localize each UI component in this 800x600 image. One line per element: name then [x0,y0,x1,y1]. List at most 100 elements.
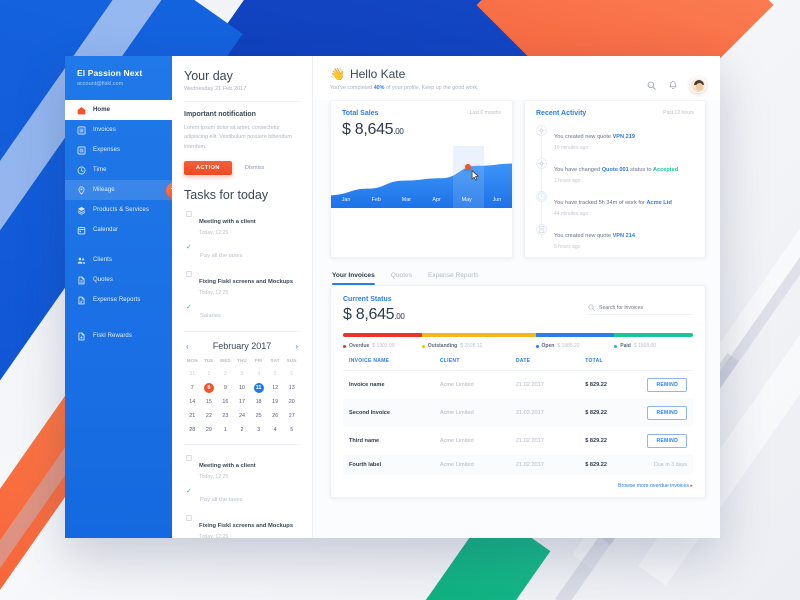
sidebar-item-quotes[interactable]: Quotes [65,270,172,290]
column-header[interactable]: INVOICE NAME [343,358,440,371]
calendar-day[interactable]: 13 [283,383,300,393]
calendar-day[interactable]: 20 [283,397,300,407]
calendar-day[interactable]: 26 [267,411,284,421]
sidebar-item-expense-reports[interactable]: Expense Reports [65,290,172,310]
status-segment-outstanding[interactable] [421,333,536,337]
calendar-day[interactable]: 6 [283,369,300,379]
activity-link[interactable]: VPN 219 [613,134,635,140]
calendar-day[interactable]: 3 [234,369,251,379]
status-segment-open[interactable] [535,333,615,337]
calendar-day[interactable]: 21 [184,411,201,421]
dismiss-button[interactable]: Dismiss [245,165,265,171]
browse-more-link[interactable]: Browse more overdue invoices ▸ [343,483,693,489]
task-item[interactable]: Fixing Fiskl screens and Mockups Today, 1… [184,514,300,538]
column-header[interactable] [647,358,693,371]
avatar[interactable] [690,77,706,93]
calendar-next-icon[interactable]: › [293,342,300,351]
calendar-day[interactable]: 18 [250,397,267,407]
calendar-day[interactable]: 23 [217,411,234,421]
calendar-day[interactable]: 22 [201,411,218,421]
invoice-search[interactable] [588,304,693,315]
tab-quotes[interactable]: Quotes [391,272,412,285]
task-check-icon[interactable]: ✓ [186,244,193,262]
calendar-day[interactable]: 15 [201,397,218,407]
calendar-day[interactable]: 14 [184,397,201,407]
sidebar-item-mileage[interactable]: Mileage+ [65,180,187,205]
calendar-day[interactable]: 5 [267,369,284,379]
remind-button[interactable]: REMIND [647,378,687,392]
activity-link[interactable]: VPN 214 [613,233,635,239]
calendar-day[interactable]: 4 [267,425,284,435]
action-button[interactable]: ACTION [184,161,232,176]
column-header[interactable]: CLIENT [439,358,516,371]
status-segment-paid[interactable] [614,333,693,337]
calendar-day[interactable]: 12 [267,383,284,393]
calendar-day[interactable]: 8 [203,383,214,394]
calendar-day[interactable]: 2 [234,425,251,435]
activity-item[interactable]: You created new quote VPN 214 5 hours ago [536,224,694,250]
task-item[interactable]: ✓ Pay all the taxes [184,488,300,506]
task-check-icon[interactable]: ✓ [186,488,193,506]
calendar-day[interactable]: 9 [217,383,234,393]
task-check-icon[interactable]: ✓ [186,304,193,322]
calendar-dow: MON [186,358,198,364]
sidebar-item-fiskl-rewards[interactable]: Fiskl Rewards [65,326,172,346]
table-row[interactable]: Third name Acme Limited 21.02.2017 $ 829.22… [343,427,693,455]
calendar-day[interactable]: 24 [234,411,251,421]
calendar-day[interactable]: 31 [184,369,201,379]
activity-time: 10 minutes ago [554,145,589,151]
sidebar-item-home[interactable]: Home [65,100,172,120]
calendar-day[interactable]: 5 [283,425,300,435]
activity-link[interactable]: Quote 001 [602,167,629,173]
sidebar-item-invoices[interactable]: Invoices [65,120,172,140]
column-header[interactable]: TOTAL [585,358,648,371]
column-header[interactable]: DATE [515,358,586,371]
calendar-day[interactable]: 29 [201,425,218,435]
calendar-day[interactable]: 1 [201,369,218,379]
calendar-day[interactable]: 10 [234,383,251,393]
sidebar-item-calendar[interactable]: Calendar [65,220,172,240]
calendar-day[interactable]: 7 [184,383,201,393]
task-item[interactable]: Meeting with a client Today, 12:25 [184,210,300,236]
table-row[interactable]: Invoice name Acme Limited 21.02.2017 $ 829.… [343,371,693,400]
table-row[interactable]: Second Invoice Acme Limited 21.02.2017 $ 82… [343,399,693,427]
calendar-day[interactable]: 27 [283,411,300,421]
activity-item[interactable]: You have changed Quote 001 status to Acc… [536,158,694,184]
sidebar-item-products-services[interactable]: Products & Services [65,200,172,220]
calendar-day[interactable]: 28 [184,425,201,435]
calendar-grid: MON TUE WED THU FRI SAT SUN 31 1 2 3 4 5 6 7 8 9 10 11 12 13… [184,358,300,435]
calendar-day[interactable]: 11 [253,383,264,394]
task-checkbox[interactable] [186,211,192,218]
calendar-day[interactable]: 1 [217,425,234,435]
calendar-day[interactable]: 16 [217,397,234,407]
task-item[interactable]: Fixing Fiskl screens and Mockups Today, 1… [184,270,300,296]
calendar-day[interactable]: 19 [267,397,284,407]
table-row[interactable]: Fourth label Acme Limited 21.02.2017 $ 829.… [343,455,693,475]
sidebar-item-clients[interactable]: Clients [65,250,172,270]
status-segment-overdue[interactable] [343,333,422,337]
bell-icon[interactable] [669,80,677,90]
tab-your-invoices[interactable]: Your Invoices [332,272,375,285]
task-item[interactable]: ✓ Pay all the taxes [184,244,300,262]
calendar-day[interactable]: 2 [217,369,234,379]
task-checkbox[interactable] [186,515,192,522]
calendar-day[interactable]: 17 [234,397,251,407]
tab-expense-reports[interactable]: Expense Reports [428,272,479,285]
remind-button[interactable]: REMIND [647,434,687,448]
remind-button[interactable]: REMIND [647,406,687,420]
calendar-prev-icon[interactable]: ‹ [184,342,191,351]
calendar-day[interactable]: 3 [250,425,267,435]
task-checkbox[interactable] [186,455,192,462]
activity-link[interactable]: Acme Ltd [646,200,672,206]
calendar-day[interactable]: 4 [250,369,267,379]
task-item[interactable]: ✓ Salaries [184,304,300,322]
sidebar-item-expenses[interactable]: Expenses [65,140,172,160]
search-input[interactable] [599,304,693,311]
activity-item[interactable]: You have tracked 5h 34m of work for Acme… [536,191,694,217]
sidebar-item-time[interactable]: Time [65,160,172,180]
task-checkbox[interactable] [186,271,192,278]
task-item[interactable]: Meeting with a client Today, 12:25 [184,454,300,480]
search-icon[interactable] [647,81,656,90]
calendar-day[interactable]: 25 [250,411,267,421]
activity-item[interactable]: You created new quote VPN 219 10 minutes … [536,125,694,151]
